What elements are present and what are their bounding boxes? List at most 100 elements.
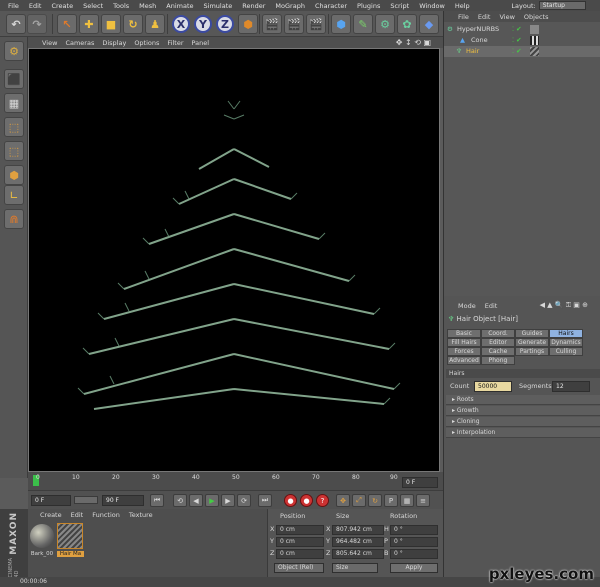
tab-guides[interactable]: Guides [515, 329, 549, 338]
group-cloning[interactable]: ▸ Cloning [446, 417, 600, 427]
tab-dynamics[interactable]: Dynamics [549, 338, 583, 347]
group-growth[interactable]: ▸ Growth [446, 406, 600, 416]
current-frame-field[interactable]: 0 F [31, 495, 71, 506]
at-menu-mode[interactable]: Mode [458, 302, 476, 310]
texture-mode-icon[interactable]: ▦ [4, 93, 24, 113]
rotation-key-icon[interactable]: ↻ [368, 494, 382, 507]
menu-character[interactable]: Character [315, 2, 347, 10]
material-swatch-hair[interactable] [57, 523, 83, 549]
tab-editor[interactable]: Editor [481, 338, 515, 347]
viewport-navigation-icon[interactable]: ✥ ↕ ⟲ ▣ [396, 38, 431, 47]
tab-hairs[interactable]: Hairs [549, 329, 583, 338]
menu-tools[interactable]: Tools [113, 2, 129, 10]
apply-button[interactable]: Apply [390, 563, 438, 573]
menu-select[interactable]: Select [83, 2, 103, 10]
menu-window[interactable]: Window [419, 2, 445, 10]
nurbs-icon[interactable]: ⚙ [375, 14, 395, 34]
object-row-hypernurbs[interactable]: ⚙ HyperNURBS ⁚ ✔ [444, 24, 600, 35]
vp-menu-filter[interactable]: Filter [167, 39, 183, 47]
z-axis-button[interactable]: Z [216, 15, 234, 33]
position-key-icon[interactable]: ✥ [336, 494, 350, 507]
tab-generate[interactable]: Generate [515, 338, 549, 347]
goto-start-icon[interactable]: ⏮ [150, 494, 164, 507]
render-picture-viewer-icon[interactable]: 🎬 [284, 14, 304, 34]
rotation-h-field[interactable]: 0 ° [390, 525, 438, 535]
at-menu-edit[interactable]: Edit [485, 302, 498, 310]
visibility-dots-icon[interactable]: ⁚ ✔ [512, 46, 522, 57]
points-mode-icon[interactable]: ⬚ [4, 117, 24, 137]
array-icon[interactable]: ✿ [397, 14, 417, 34]
y-axis-button[interactable]: Y [194, 15, 212, 33]
keyframe-selection-icon[interactable]: ? [316, 494, 329, 507]
scale-key-icon[interactable]: ⤢ [352, 494, 366, 507]
tab-coord[interactable]: Coord. [481, 329, 515, 338]
mat-menu-function[interactable]: Function [92, 511, 120, 519]
vp-menu-view[interactable]: View [42, 39, 57, 47]
material-name[interactable]: Hair Ma [57, 551, 84, 557]
size-z-field[interactable]: 805.642 cm [332, 549, 384, 559]
render-view-icon[interactable]: 🎬 [262, 14, 282, 34]
pla-key-icon[interactable]: ▦ [400, 494, 414, 507]
size-mode-dropdown[interactable]: Size [332, 563, 378, 573]
attribute-nav-icons[interactable]: ◀ ▲ 🔍 ⚿ ▣ ⊕ [540, 301, 588, 310]
frame-range-slider[interactable] [74, 496, 98, 504]
menu-plugins[interactable]: Plugins [357, 2, 380, 10]
x-axis-button[interactable]: X [172, 15, 190, 33]
tab-partings[interactable]: Partings [515, 347, 549, 356]
tab-cache[interactable]: Cache [481, 347, 515, 356]
group-interpolation[interactable]: ▸ Interpolation [446, 428, 600, 438]
goto-end-icon[interactable]: ⏭ [258, 494, 272, 507]
om-menu-view[interactable]: View [499, 13, 514, 21]
mat-menu-create[interactable]: Create [40, 511, 62, 519]
material-swatch-bark[interactable] [30, 524, 54, 548]
menu-file[interactable]: File [8, 2, 19, 10]
vp-menu-display[interactable]: Display [102, 39, 126, 47]
axis-mode-icon[interactable]: ∟ [4, 185, 24, 205]
viewport[interactable] [28, 48, 440, 472]
tab-forces[interactable]: Forces [447, 347, 481, 356]
polygons-mode-icon[interactable]: ⬢ [4, 165, 24, 185]
play-icon[interactable]: ▶ [205, 494, 219, 507]
menu-create[interactable]: Create [51, 2, 73, 10]
om-menu-edit[interactable]: Edit [478, 13, 491, 21]
layout-dropdown[interactable]: Startup [538, 1, 586, 10]
scale-icon[interactable]: ■ [101, 14, 121, 34]
tag-icon[interactable] [530, 25, 539, 34]
menu-help[interactable]: Help [455, 2, 470, 10]
rotation-b-field[interactable]: 0 ° [390, 549, 438, 559]
tab-culling[interactable]: Culling [549, 347, 583, 356]
timeline[interactable]: 0 10 20 30 40 50 60 70 80 90 0 F [28, 472, 443, 490]
om-menu-file[interactable]: File [458, 13, 469, 21]
segments-field[interactable]: 12 [552, 381, 590, 392]
count-field[interactable]: 50000 [474, 381, 512, 392]
prev-frame-icon[interactable]: ◀ [189, 494, 203, 507]
cube-object-icon[interactable]: ⬢ [331, 14, 351, 34]
next-frame-icon[interactable]: ▶ [221, 494, 235, 507]
rotation-p-field[interactable]: 0 ° [390, 537, 438, 547]
tab-basic[interactable]: Basic [447, 329, 481, 338]
end-frame-field[interactable]: 90 F [102, 495, 144, 506]
redo-icon[interactable]: ↷ [27, 14, 47, 34]
record-icon[interactable]: ● [284, 494, 297, 507]
vp-menu-cameras[interactable]: Cameras [65, 39, 94, 47]
menu-script[interactable]: Script [390, 2, 409, 10]
hair-material-tag-icon[interactable] [530, 47, 539, 56]
live-select-icon[interactable]: ♟ [145, 14, 165, 34]
mat-menu-edit[interactable]: Edit [71, 511, 84, 519]
object-row-hair[interactable]: ♆ Hair ⁚ ✔ [444, 46, 600, 57]
menu-animate[interactable]: Animate [166, 2, 193, 10]
render-settings-icon[interactable]: 🎬 [306, 14, 326, 34]
tab-advanced[interactable]: Advanced [447, 356, 481, 365]
auto-key-icon[interactable]: ● [300, 494, 313, 507]
next-key-icon[interactable]: ⟳ [237, 494, 251, 507]
material-name[interactable]: Bark_00 [28, 551, 56, 557]
timeline-end-frame[interactable]: 0 F [402, 477, 438, 488]
timeline-menu-icon[interactable]: ≡ [416, 494, 430, 507]
make-editable-icon[interactable]: ⚙ [4, 41, 24, 61]
coordinate-system-icon[interactable]: ⬢ [238, 14, 258, 34]
visibility-dots-icon[interactable]: ⁚ ✔ [512, 35, 522, 46]
menu-edit[interactable]: Edit [29, 2, 42, 10]
mat-menu-texture[interactable]: Texture [129, 511, 153, 519]
size-y-field[interactable]: 964.482 cm [332, 537, 384, 547]
prev-key-icon[interactable]: ⟲ [173, 494, 187, 507]
